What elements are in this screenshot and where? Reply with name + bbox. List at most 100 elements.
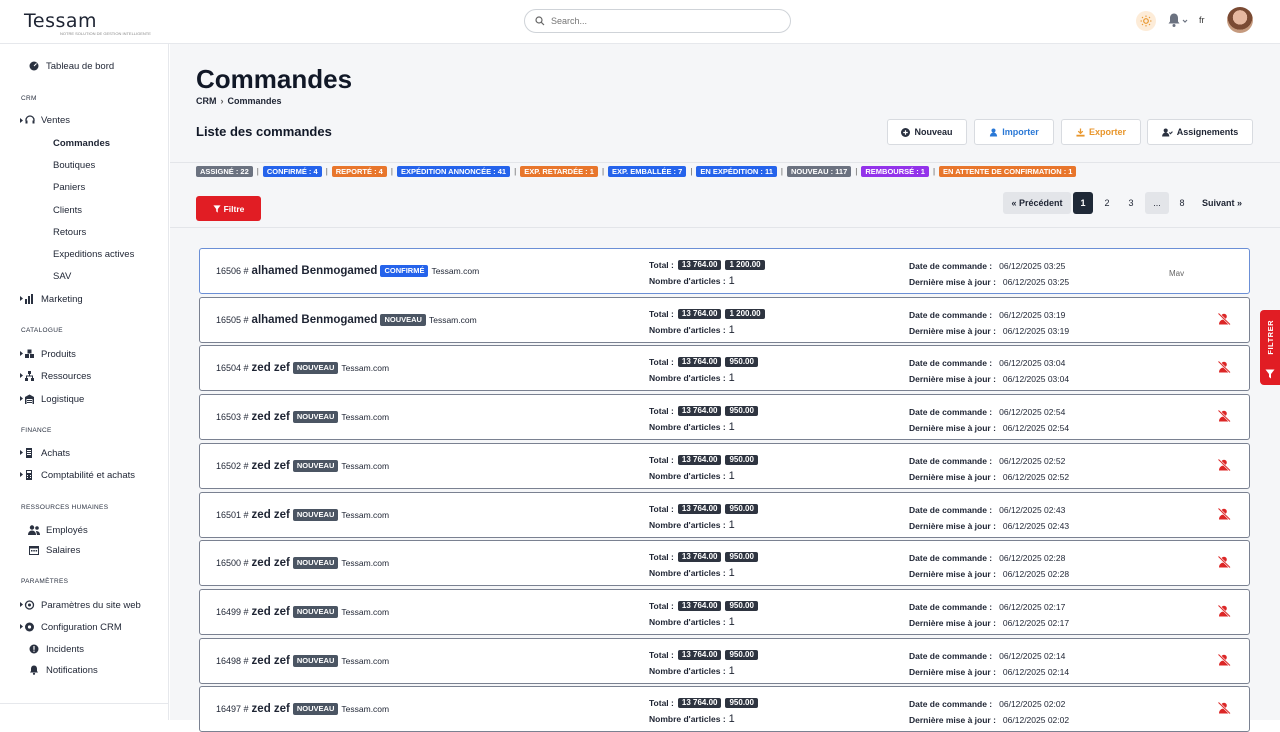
unassigned-user-icon[interactable] [1217,458,1231,476]
order-row[interactable]: 16499 # zed zef NOUVEAU Tessam.com Total… [199,589,1250,635]
sidebar-item-config-crm[interactable]: Configuration CRM [19,621,122,633]
sidebar-sub-boutiques[interactable]: Boutiques [53,160,95,171]
unassigned-user-icon[interactable] [1217,360,1231,378]
shop-name: Tessam.com [341,461,390,471]
unassigned-user-icon[interactable] [1217,507,1231,525]
pagination-ellipsis: ... [1145,192,1169,214]
sidebar-item-employes[interactable]: Employés [28,524,88,536]
order-row[interactable]: 16503 # zed zef NOUVEAU Tessam.com Total… [199,394,1250,440]
order-row[interactable]: 16506 # alhamed Benmogamed CONFIRMÉ Tess… [199,248,1250,294]
customer-name[interactable]: zed zef [252,703,290,715]
sidebar-item-marketing[interactable]: Marketing [19,293,83,305]
status-chip[interactable]: EN ATTENTE DE CONFIRMATION : 1 [939,166,1077,177]
status-chip[interactable]: EXP. RETARDÉE : 1 [520,166,598,177]
boxes-icon [19,348,35,360]
pagination-page-1[interactable]: 1 [1073,192,1093,214]
order-updated: 06/12/2025 03:19 [1002,326,1070,336]
funnel-icon [1265,369,1275,379]
order-totals: Total :13 764.00 1 200.00 Nombre d'articl… [649,307,765,337]
order-row[interactable]: 16497 # zed zef NOUVEAU Tessam.com Total… [199,686,1250,732]
pagination-page-3[interactable]: 3 [1121,192,1141,214]
sidebar-item-achats[interactable]: Achats [19,447,70,459]
sidebar-sub-clients[interactable]: Clients [53,205,82,216]
user-avatar[interactable] [1227,7,1253,33]
total-chip: 13 764.00 [677,650,722,660]
customer-name[interactable]: zed zef [252,411,290,423]
status-chip[interactable]: EXPÉDITION ANNONCÉE : 41 [396,166,511,177]
unassigned-user-icon[interactable] [1217,701,1231,719]
order-date: 06/12/2025 02:28 [999,553,1066,563]
search-icon [535,16,545,26]
importer-button[interactable]: Importer [974,119,1054,145]
customer-name[interactable]: alhamed Benmogamed [252,265,378,277]
sidebar-sub-expeditions[interactable]: Expeditions actives [53,249,134,260]
sidebar-item-ventes[interactable]: Ventes [19,114,70,126]
app-logo[interactable]: Tessam [24,10,97,32]
order-row[interactable]: 16500 # zed zef NOUVEAU Tessam.com Total… [199,540,1250,586]
total-label: Total : [649,357,674,367]
notifications-bell-icon[interactable] [1167,12,1189,33]
sidebar-item-incidents[interactable]: Incidents [28,643,84,655]
assignements-label: Assignements [1176,127,1239,137]
breadcrumb-commandes[interactable]: Commandes [228,96,282,106]
articles-count: 1 [728,324,735,336]
sidebar-item-produits[interactable]: Produits [19,348,76,360]
status-chip[interactable]: CONFIRMÉ : 4 [262,166,322,177]
pagination-next[interactable]: Suivant » [1197,192,1247,214]
status-chip[interactable]: REMBOURSÉ : 1 [861,166,929,177]
order-row[interactable]: 16501 # zed zef NOUVEAU Tessam.com Total… [199,492,1250,538]
pagination-page-8[interactable]: 8 [1172,192,1192,214]
status-chip[interactable]: NOUVEAU : 117 [787,166,852,177]
customer-name[interactable]: alhamed Benmogamed [252,314,378,326]
status-chip[interactable]: EXP. EMBALLÉE : 7 [608,166,687,177]
order-row[interactable]: 16498 # zed zef NOUVEAU Tessam.com Total… [199,638,1250,684]
order-updated: 06/12/2025 02:17 [1002,618,1070,628]
order-row[interactable]: 16502 # zed zef NOUVEAU Tessam.com Total… [199,443,1250,489]
customer-name[interactable]: zed zef [252,655,290,667]
status-chip[interactable]: ASSIGNÉ : 22 [196,166,253,177]
customer-name[interactable]: zed zef [252,606,290,618]
order-row[interactable]: 16505 # alhamed Benmogamed NOUVEAU Tessa… [199,297,1250,343]
unassigned-user-icon[interactable] [1217,409,1231,427]
search-box[interactable] [524,9,791,33]
sidebar-sub-retours[interactable]: Retours [53,227,86,238]
sidebar-item-comptabilite[interactable]: Comptabilité et achats [19,469,135,481]
search-input[interactable] [551,16,751,26]
pagination-prev[interactable]: « Précédent [1003,192,1071,214]
side-filter-tab[interactable]: FILTRER [1260,310,1280,385]
exporter-button[interactable]: Exporter [1061,119,1141,145]
unassigned-user-icon[interactable] [1217,653,1231,671]
sidebar-item-salaires[interactable]: Salaires [28,544,80,556]
sidebar-item-dashboard[interactable]: Tableau de bord [28,60,114,72]
breadcrumb-crm[interactable]: CRM [196,96,217,106]
sidebar-sub-commandes[interactable]: Commandes [53,138,110,149]
customer-name[interactable]: zed zef [252,460,290,472]
funnel-icon [213,204,221,213]
sidebar-sub-sav[interactable]: SAV [53,271,71,282]
sidebar-item-logistique[interactable]: Logistique [19,393,84,405]
order-status-badge: NOUVEAU [380,314,426,326]
sidebar-item-ressources[interactable]: Ressources [19,370,91,382]
articles-label: Nombre d'articles : [649,617,726,627]
order-identity: 16499 # zed zef NOUVEAU Tessam.com [216,606,389,618]
unassigned-user-icon[interactable] [1217,604,1231,622]
status-chip[interactable]: REPORTÉ : 4 [331,166,387,177]
assignements-button[interactable]: Assignements [1147,119,1253,145]
theme-toggle-sun-icon[interactable] [1136,11,1156,31]
language-selector[interactable]: fr [1199,15,1205,25]
sidebar-item-notifications[interactable]: Notifications [28,664,98,676]
order-identity: 16503 # zed zef NOUVEAU Tessam.com [216,411,389,423]
unassigned-user-icon[interactable] [1217,312,1231,330]
pagination-page-2[interactable]: 2 [1097,192,1117,214]
sidebar-sub-paniers[interactable]: Paniers [53,182,85,193]
order-row[interactable]: 16504 # zed zef NOUVEAU Tessam.com Total… [199,345,1250,391]
customer-name[interactable]: zed zef [252,362,290,374]
status-chip[interactable]: EN EXPÉDITION : 11 [696,166,777,177]
filtre-button[interactable]: Filtre [196,196,261,221]
customer-name[interactable]: zed zef [252,509,290,521]
customer-name[interactable]: zed zef [252,557,290,569]
unassigned-user-icon[interactable] [1217,555,1231,573]
articles-label: Nombre d'articles : [649,714,726,724]
nouveau-button[interactable]: Nouveau [887,119,967,145]
sidebar-item-params-site[interactable]: Paramètres du site web [19,599,141,611]
